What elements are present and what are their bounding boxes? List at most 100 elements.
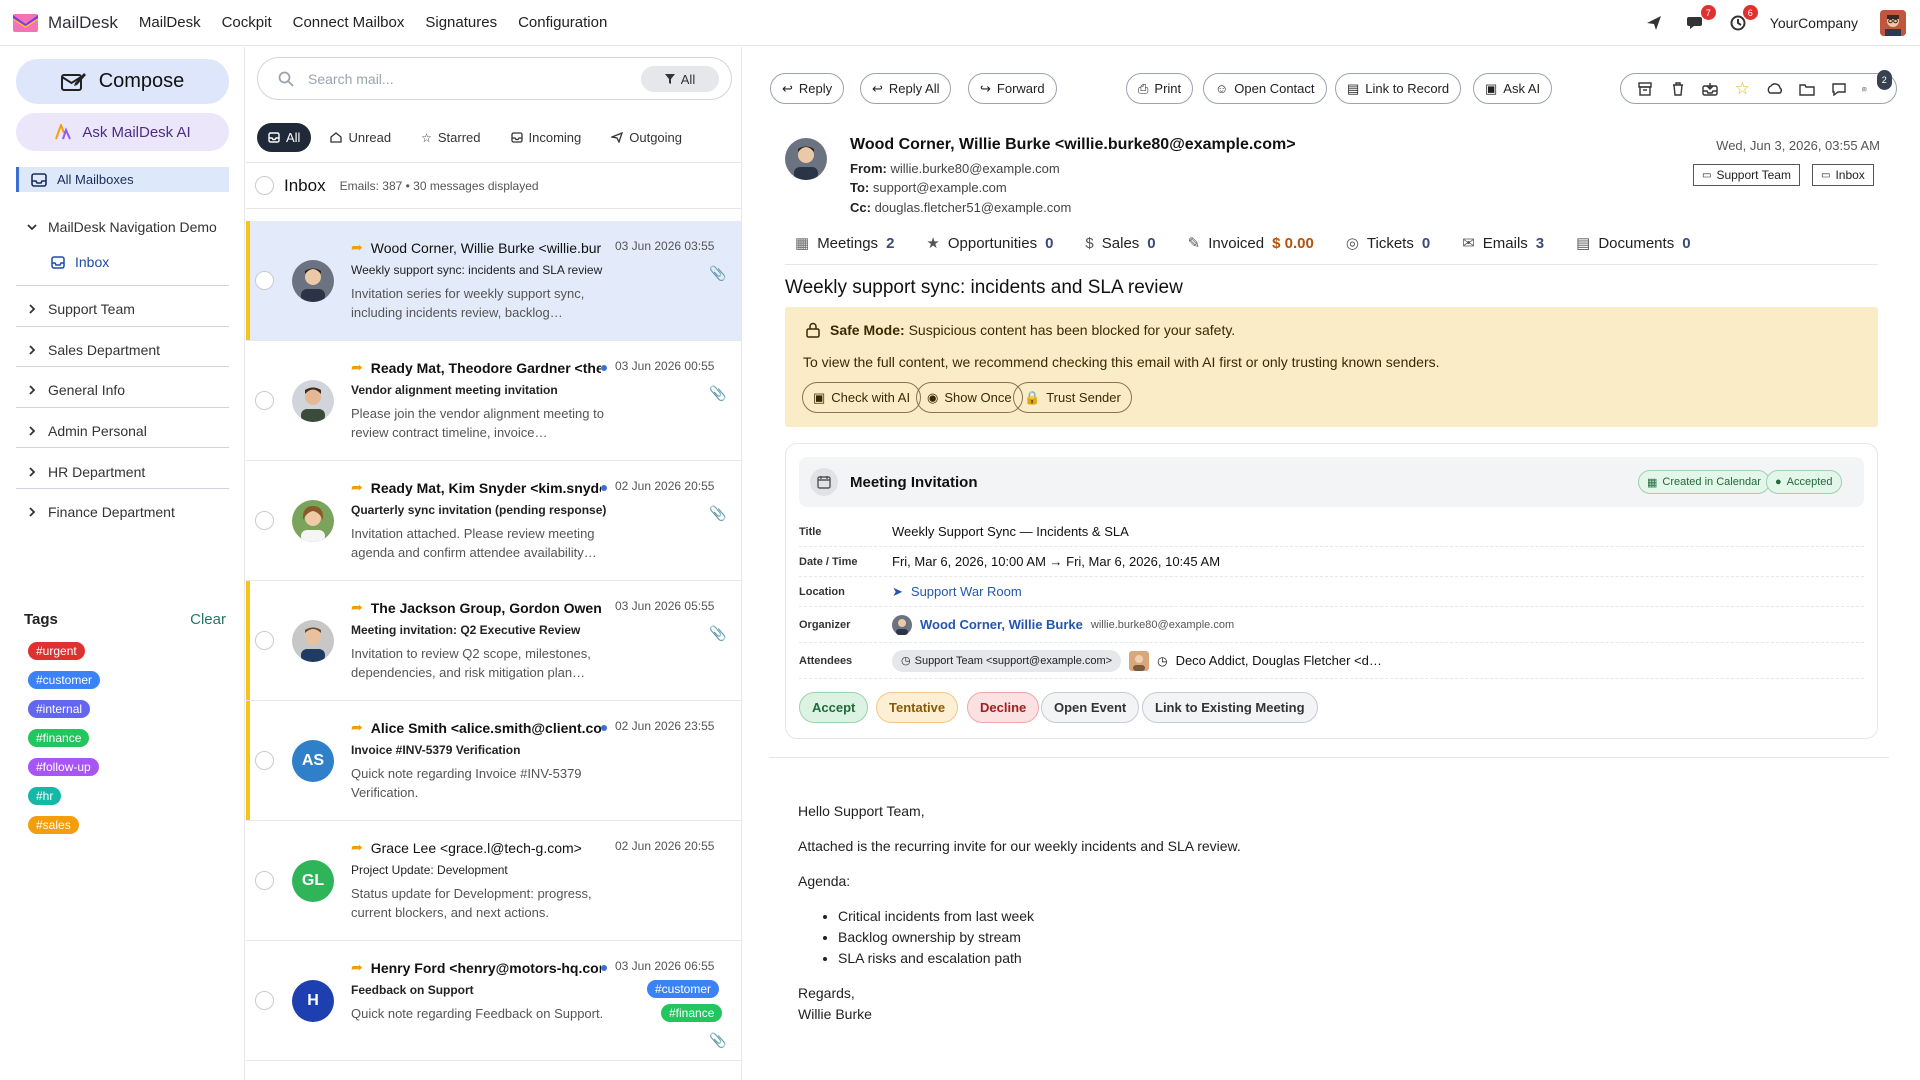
archive-icon[interactable] — [1635, 79, 1655, 99]
folder-icon: ▭ — [1821, 169, 1831, 181]
location-link[interactable]: Support War Room — [911, 584, 1022, 599]
tag-customer[interactable]: #customer — [647, 980, 720, 998]
link-existing-meeting-button[interactable]: Link to Existing Meeting — [1142, 692, 1318, 723]
topnav-signatures[interactable]: Signatures — [425, 14, 497, 31]
link-to-record-button[interactable]: ▤ Link to Record — [1335, 73, 1462, 104]
decline-button[interactable]: Decline — [967, 692, 1040, 723]
row-checkbox[interactable] — [255, 991, 274, 1010]
ask-ai-action-button[interactable]: ▣ Ask AI — [1473, 73, 1553, 104]
filter-outgoing[interactable]: Outgoing — [600, 123, 693, 152]
reply-all-button[interactable]: ↩ Reply All — [860, 73, 952, 104]
sidebar-item-inbox[interactable]: Inbox — [51, 254, 109, 270]
reply-button[interactable]: ↩ Reply — [770, 73, 845, 104]
stat-sales[interactable]: $ Sales 0 — [1085, 235, 1155, 252]
message-row[interactable]: AS ➦ Alice Smith <alice.smith@client.com… — [246, 701, 741, 821]
tentative-button[interactable]: Tentative — [876, 692, 959, 723]
topnav-maildesk[interactable]: MailDesk — [139, 14, 201, 31]
message-row[interactable]: GL ➦ Grace Lee <grace.l@tech-g.com> 02 J… — [246, 821, 741, 941]
message-row[interactable]: ➦ Wood Corner, Willie Burke <willie.burk… — [246, 221, 741, 341]
search-filter-dropdown[interactable]: All — [641, 66, 719, 92]
filter-starred[interactable]: ☆ Starred — [410, 123, 491, 152]
message-row[interactable]: ➦ Ready Mat, Kim Snyder <kim.snyder@read… — [246, 461, 741, 581]
filter-all[interactable]: All — [257, 123, 312, 152]
tag-hr[interactable]: #hr — [28, 787, 62, 805]
comment-icon[interactable] — [1829, 79, 1849, 99]
compose-button[interactable]: Compose — [16, 59, 229, 104]
attachments-badge: 2 — [1876, 69, 1892, 90]
show-once-button[interactable]: ◉ Show Once — [916, 382, 1023, 413]
topnav-cockpit[interactable]: Cockpit — [222, 14, 272, 31]
folder-icon[interactable] — [1797, 79, 1817, 99]
sidebar-group-support-team[interactable]: Support Team — [16, 301, 229, 317]
row-checkbox[interactable] — [255, 271, 274, 290]
stat-tickets[interactable]: ◎ Tickets 0 — [1346, 234, 1430, 253]
search-input[interactable]: Search mail... — [308, 71, 394, 87]
tag-urgent[interactable]: #urgent — [28, 642, 85, 660]
print-button[interactable]: ⎙ Print — [1126, 73, 1194, 104]
stat-documents[interactable]: ▤ Documents 0 — [1576, 234, 1690, 253]
stat-invoiced[interactable]: ✎ Invoiced $ 0.00 — [1188, 234, 1314, 253]
sidebar-item-all-mailboxes[interactable]: All Mailboxes — [16, 167, 229, 192]
folder-chip-inbox[interactable]: ▭ Inbox — [1812, 164, 1874, 186]
sidebar-group-navigation-demo[interactable]: MailDesk Navigation Demo — [16, 219, 229, 235]
trust-sender-button[interactable]: 🔒 Trust Sender — [1013, 382, 1132, 413]
tag-finance[interactable]: #finance — [28, 729, 90, 747]
more-attendees[interactable]: Deco Addict, Douglas Fletcher <d… — [1176, 653, 1382, 668]
message-row[interactable]: H ➦ Henry Ford <henry@motors-hq.com> 03 … — [246, 941, 741, 1061]
attachments-icon[interactable]: 2 — [1861, 69, 1892, 99]
stat-label: Tickets — [1366, 234, 1414, 252]
message-row[interactable]: ➦ Ready Mat, Theodore Gardner <theodore@… — [246, 341, 741, 461]
sidebar-group-finance-department[interactable]: Finance Department — [16, 504, 229, 520]
message-sender[interactable]: Wood Corner, Willie Burke <willie.burke8… — [850, 136, 1296, 154]
search-box[interactable]: Search mail... All — [257, 57, 732, 100]
activity-clock-icon[interactable]: 6 — [1728, 5, 1758, 33]
sidebar-group-sales-department[interactable]: Sales Department — [16, 342, 229, 358]
topnav-connect-mailbox[interactable]: Connect Mailbox — [293, 14, 405, 31]
chat-icon[interactable]: 7 — [1686, 5, 1716, 33]
check-with-ai-button[interactable]: ▣ Check with AI — [802, 382, 922, 413]
forward-button[interactable]: ↪ Forward — [968, 73, 1057, 104]
filter-unread[interactable]: Unread — [319, 123, 402, 152]
send-icon[interactable] — [1644, 13, 1664, 33]
company-switcher[interactable]: YourCompany — [1770, 15, 1858, 31]
tag-finance[interactable]: #finance — [661, 1004, 723, 1022]
accept-button[interactable]: Accept — [799, 692, 869, 723]
stat-emails[interactable]: ✉ Emails 3 — [1462, 234, 1544, 253]
trash-icon[interactable] — [1668, 79, 1688, 99]
filter-incoming[interactable]: Incoming — [500, 123, 593, 152]
mailbox-chip-support-team[interactable]: ▭ Support Team — [1693, 164, 1800, 186]
meeting-datetime-row: Date / Time Fri, Mar 6, 2026, 10:00 AM →… — [799, 547, 1864, 577]
tags-clear-link[interactable]: Clear — [190, 611, 226, 628]
star-icon[interactable]: ☆ — [1732, 79, 1752, 99]
open-contact-button[interactable]: ☺ Open Contact — [1203, 73, 1327, 104]
sidebar-group-admin-personal[interactable]: Admin Personal — [16, 423, 229, 439]
stat-opportunities[interactable]: ★ Opportunities 0 — [926, 234, 1053, 253]
move-to-inbox-icon[interactable] — [1700, 79, 1720, 99]
user-avatar[interactable] — [1880, 10, 1906, 36]
select-all-checkbox[interactable] — [255, 176, 274, 195]
organizer-name[interactable]: Wood Corner, Willie Burke — [920, 617, 1083, 632]
row-checkbox[interactable] — [255, 511, 274, 530]
tag-follow-up[interactable]: #follow-up — [28, 758, 99, 776]
meeting-location-value[interactable]: ➤ Support War Room — [892, 584, 1022, 600]
created-in-calendar-badge[interactable]: ▦ Created in Calendar — [1638, 470, 1770, 494]
message-row[interactable]: ➦ The Jackson Group, Gordon Owens <gordo… — [246, 581, 741, 701]
tag-internal[interactable]: #internal — [28, 700, 91, 718]
tag-customer[interactable]: #customer — [28, 671, 101, 689]
open-event-button[interactable]: Open Event — [1041, 692, 1140, 723]
sidebar-group-hr-department[interactable]: HR Department — [16, 464, 229, 480]
stat-meetings[interactable]: ▦ Meetings 2 — [795, 234, 894, 253]
attendee-avatar — [1129, 650, 1150, 671]
filter-label: Incoming — [528, 130, 582, 145]
row-checkbox[interactable] — [255, 751, 274, 770]
row-checkbox[interactable] — [255, 631, 274, 650]
ask-ai-button[interactable]: Ask MailDesk AI — [16, 113, 229, 151]
topnav-configuration[interactable]: Configuration — [518, 14, 607, 31]
snooze-icon[interactable] — [1765, 79, 1785, 99]
row-checkbox[interactable] — [255, 391, 274, 410]
row-checkbox[interactable] — [255, 871, 274, 890]
tag-sales[interactable]: #sales — [28, 816, 79, 834]
sidebar-group-general-info[interactable]: General Info — [16, 382, 229, 398]
attendee-chip[interactable]: ◷ Support Team <support@example.com> — [892, 649, 1122, 672]
app-logo[interactable]: MailDesk — [13, 13, 118, 33]
